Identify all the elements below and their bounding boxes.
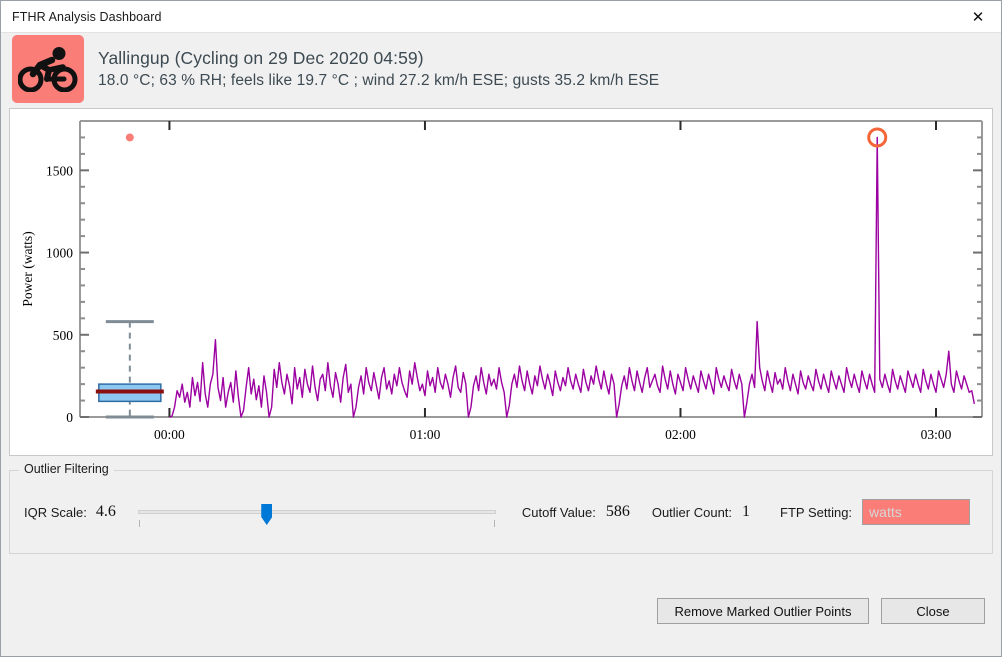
outlier-count-label: Outlier Count: [651,504,733,520]
power-chart-svg: 0 500 1000 1500 00:00 01:00 02:00 03:00 Power (w… [20,120,983,442]
weather-summary: 18.0 °C; 63 % RH; feels like 19.7 °C ; w… [98,72,660,90]
outlier-count-value: 1 [742,503,751,520]
activity-header: Yallingup (Cycling on 29 Dec 2020 04:59)… [1,33,1001,105]
y-tick-label: 500 [53,328,74,343]
y-tick-label: 1500 [46,163,73,178]
iqr-scale-slider[interactable] [137,495,496,529]
outlier-filtering-group: Outlier Filtering IQR Scale: 4.6 Cutoff … [9,462,993,554]
close-icon[interactable]: ✕ [955,2,1001,32]
ftp-setting-label: FTP Setting: [780,504,853,520]
controls-row: IQR Scale: 4.6 Cutoff Value: 586 Outlier… [10,471,992,553]
cutoff-value: 586 [605,503,630,520]
fthr-analysis-window: FTHR Analysis Dashboard ✕ Yallingup (Cyc… [0,0,1002,657]
x-tick-label: 01:00 [410,427,441,442]
power-chart[interactable]: 0 500 1000 1500 00:00 01:00 02:00 03:00 Power (w… [9,108,993,456]
title-bar: FTHR Analysis Dashboard ✕ [1,1,1001,33]
y-axis-title: Power (watts) [20,231,35,306]
cutoff-value-label: Cutoff Value: [521,504,596,520]
cyclist-icon [12,35,84,103]
x-tick-label: 00:00 [154,427,185,442]
button-row: Remove Marked Outlier Points Close [1,598,1001,644]
iqr-scale-value: 4.6 [95,503,116,520]
activity-title: Yallingup (Cycling on 29 Dec 2020 04:59) [98,47,424,68]
window-title: FTHR Analysis Dashboard [12,9,162,24]
slider-thumb[interactable] [261,504,273,525]
slider-tick-max [493,520,495,527]
header-text-block: Yallingup (Cycling on 29 Dec 2020 04:59)… [98,46,659,93]
boxplot-outlier-point [125,133,134,142]
y-tick-label: 1000 [46,246,73,261]
close-button[interactable]: Close [881,598,985,624]
bottom-strip [1,644,1001,656]
y-tick-label: 0 [66,410,73,425]
power-series-line [169,136,976,418]
x-tick-label: 02:00 [665,427,696,442]
slider-track[interactable] [137,510,496,514]
ftp-setting-field[interactable]: watts [862,499,971,525]
iqr-scale-label: IQR Scale: [24,504,87,520]
remove-marked-outlier-points-button[interactable]: Remove Marked Outlier Points [657,598,869,624]
x-tick-label: 03:00 [921,427,952,442]
slider-tick-min [138,520,140,527]
